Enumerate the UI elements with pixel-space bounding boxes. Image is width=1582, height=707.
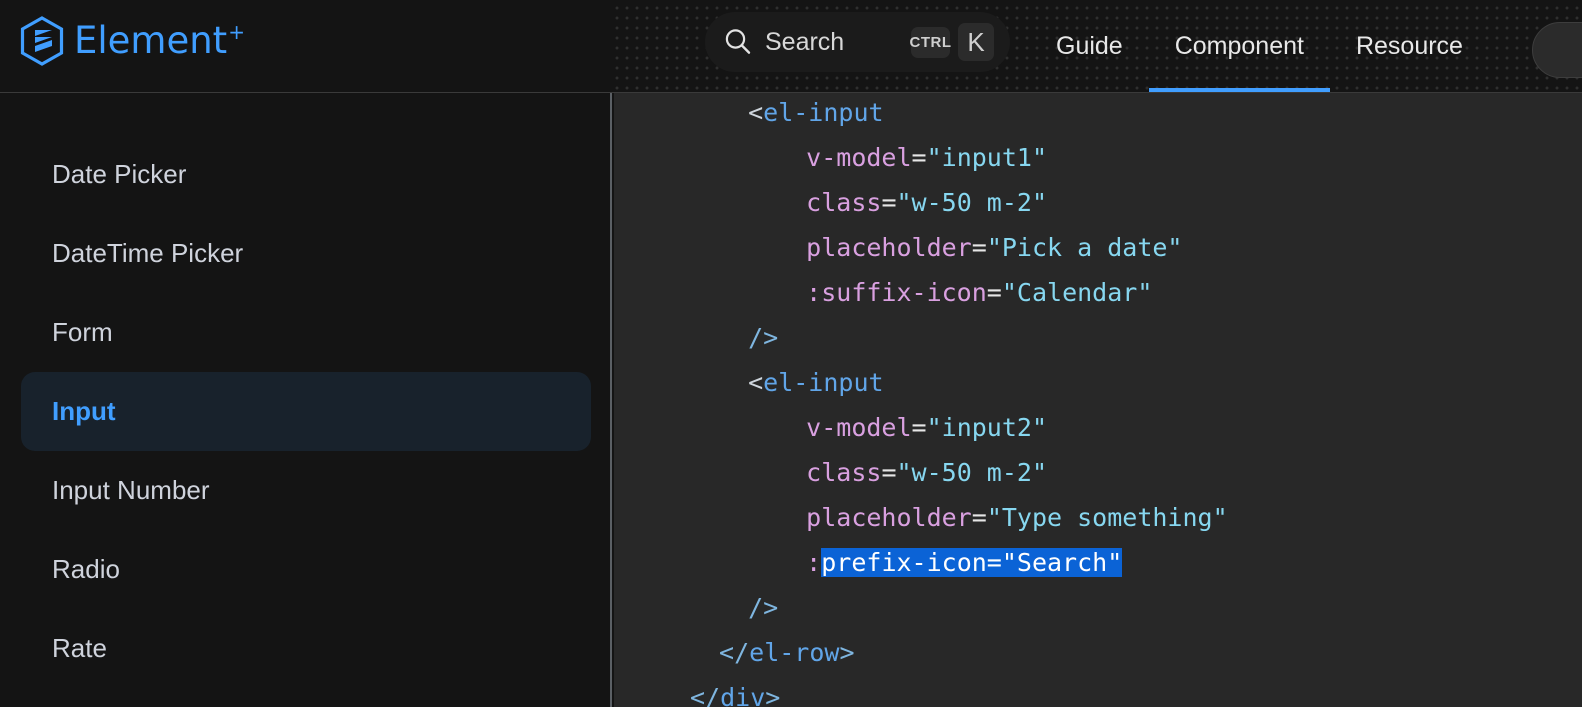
sidebar-item-label: Radio bbox=[52, 554, 120, 584]
code-token-string: "Pick a date" bbox=[986, 233, 1183, 262]
code-token-attr: placeholder bbox=[806, 233, 972, 262]
code-token-slash: > bbox=[839, 638, 855, 667]
nav-item-component[interactable]: Component bbox=[1148, 0, 1331, 92]
component-sidebar[interactable]: Date Picker DateTime Picker Form Input Input… bbox=[0, 93, 612, 707]
code-token-attr: v-model bbox=[806, 413, 912, 442]
code-line: placeholder="Type something" bbox=[614, 495, 1228, 540]
code-token-eq: = bbox=[881, 458, 897, 487]
logo-wordmark: Element bbox=[74, 19, 228, 62]
sidebar-item-label: Rate bbox=[52, 633, 107, 663]
sidebar-item-input-number[interactable]: Input Number bbox=[21, 451, 591, 530]
code-token-attr: v-model bbox=[806, 143, 912, 172]
keycap-k: K bbox=[958, 23, 994, 61]
sidebar-item-input[interactable]: Input bbox=[21, 372, 591, 451]
code-line: v-model="input2" bbox=[614, 405, 1228, 450]
sidebar-item-date-picker[interactable]: Date Picker bbox=[21, 135, 591, 214]
search-label: Search bbox=[765, 27, 845, 56]
nav-item-guide[interactable]: Guide bbox=[1030, 0, 1149, 92]
nav-item-resource[interactable]: Resource bbox=[1330, 0, 1489, 92]
code-token-slash: </ bbox=[690, 683, 721, 707]
sidebar-item-label: Input bbox=[52, 396, 116, 426]
code-token-attr: placeholder bbox=[806, 503, 972, 532]
code-token-attr: class bbox=[806, 458, 882, 487]
code-line: placeholder="Pick a date" bbox=[614, 225, 1228, 270]
sidebar-item-rate[interactable]: Rate bbox=[21, 609, 591, 688]
code-token-string: "Type something" bbox=[986, 503, 1228, 532]
code-token-tagname: el-input bbox=[763, 368, 884, 397]
selected-code-text: prefix-icon="Search" bbox=[821, 548, 1123, 577]
search-button[interactable]: Search CTRL K bbox=[705, 12, 1010, 72]
sidebar-item-label: Form bbox=[52, 317, 113, 347]
code-token-slash: /> bbox=[748, 593, 779, 622]
code-token-slash: </ bbox=[719, 638, 750, 667]
nav-item-label: Resource bbox=[1355, 31, 1463, 60]
code-line: </el-row> bbox=[614, 630, 1228, 675]
code-preview-pane[interactable]: <el-input v-model="input1" class="w-50 m-2… bbox=[614, 93, 1582, 707]
code-line: v-model="input1" bbox=[614, 135, 1228, 180]
keycap-ctrl: CTRL bbox=[910, 26, 951, 58]
code-line: :suffix-icon="Calendar" bbox=[614, 270, 1228, 315]
code-token-string: "Calendar" bbox=[1001, 278, 1153, 307]
sidebar-item-list: Date Picker DateTime Picker Form Input Input… bbox=[0, 135, 610, 688]
nav-item-label: Component bbox=[1174, 31, 1304, 60]
code-line: class="w-50 m-2" bbox=[614, 450, 1228, 495]
code-token-attr: class bbox=[806, 188, 882, 217]
code-token-tagname: el-row bbox=[749, 638, 840, 667]
sidebar-item-datetime-picker[interactable]: DateTime Picker bbox=[21, 214, 591, 293]
search-shortcut-hint: CTRL K bbox=[910, 23, 994, 61]
code-line: /> bbox=[614, 585, 1228, 630]
source-code-block[interactable]: <el-input v-model="input1" class="w-50 m-2… bbox=[614, 93, 1228, 707]
code-token-string: "w-50 m-2" bbox=[896, 458, 1048, 487]
code-token-string: "input2" bbox=[926, 413, 1048, 442]
code-token-slash: > bbox=[765, 683, 781, 707]
main-nav: Guide Component Resource bbox=[1030, 0, 1489, 92]
code-line: class="w-50 m-2" bbox=[614, 180, 1228, 225]
code-token-punct: < bbox=[748, 98, 764, 127]
sidebar-item-label: Input Number bbox=[52, 475, 210, 505]
element-plus-hexagon-logo-icon bbox=[20, 16, 64, 66]
sidebar-item-label: Date Picker bbox=[52, 159, 187, 189]
site-logo[interactable]: Element + bbox=[19, 14, 245, 68]
code-line: </div> bbox=[614, 675, 1228, 707]
sidebar-item-label: DateTime Picker bbox=[52, 238, 244, 268]
code-token-punct: < bbox=[748, 368, 764, 397]
code-token-eq: = bbox=[881, 188, 897, 217]
code-token-string: "w-50 m-2" bbox=[896, 188, 1048, 217]
code-token-eq: = bbox=[971, 233, 987, 262]
code-token-attr: :suffix-icon bbox=[806, 278, 987, 307]
logo-plus-superscript: + bbox=[228, 20, 245, 44]
site-header: Element + Search CTRL K Guide Component bbox=[0, 0, 1582, 93]
code-token-eq: = bbox=[986, 278, 1002, 307]
element-plus-docs-page: Element + Search CTRL K Guide Component bbox=[0, 0, 1582, 707]
code-line: /> bbox=[614, 315, 1228, 360]
code-token-attr: : bbox=[806, 548, 822, 577]
code-token-slash: /> bbox=[748, 323, 779, 352]
code-token-tagname: div bbox=[720, 683, 766, 707]
code-line: <el-input bbox=[614, 93, 1228, 135]
code-token-eq: = bbox=[911, 413, 927, 442]
code-line: <el-input bbox=[614, 360, 1228, 405]
code-token-string: "input1" bbox=[926, 143, 1048, 172]
theme-toggle-pill[interactable] bbox=[1532, 22, 1582, 78]
nav-item-label: Guide bbox=[1056, 31, 1123, 60]
code-token-tagname: el-input bbox=[763, 98, 884, 127]
code-line: :prefix-icon="Search" bbox=[614, 540, 1228, 585]
code-token-eq: = bbox=[971, 503, 987, 532]
sidebar-item-form[interactable]: Form bbox=[21, 293, 591, 372]
search-icon bbox=[725, 29, 751, 54]
code-token-eq: = bbox=[911, 143, 927, 172]
sidebar-item-radio[interactable]: Radio bbox=[21, 530, 591, 609]
